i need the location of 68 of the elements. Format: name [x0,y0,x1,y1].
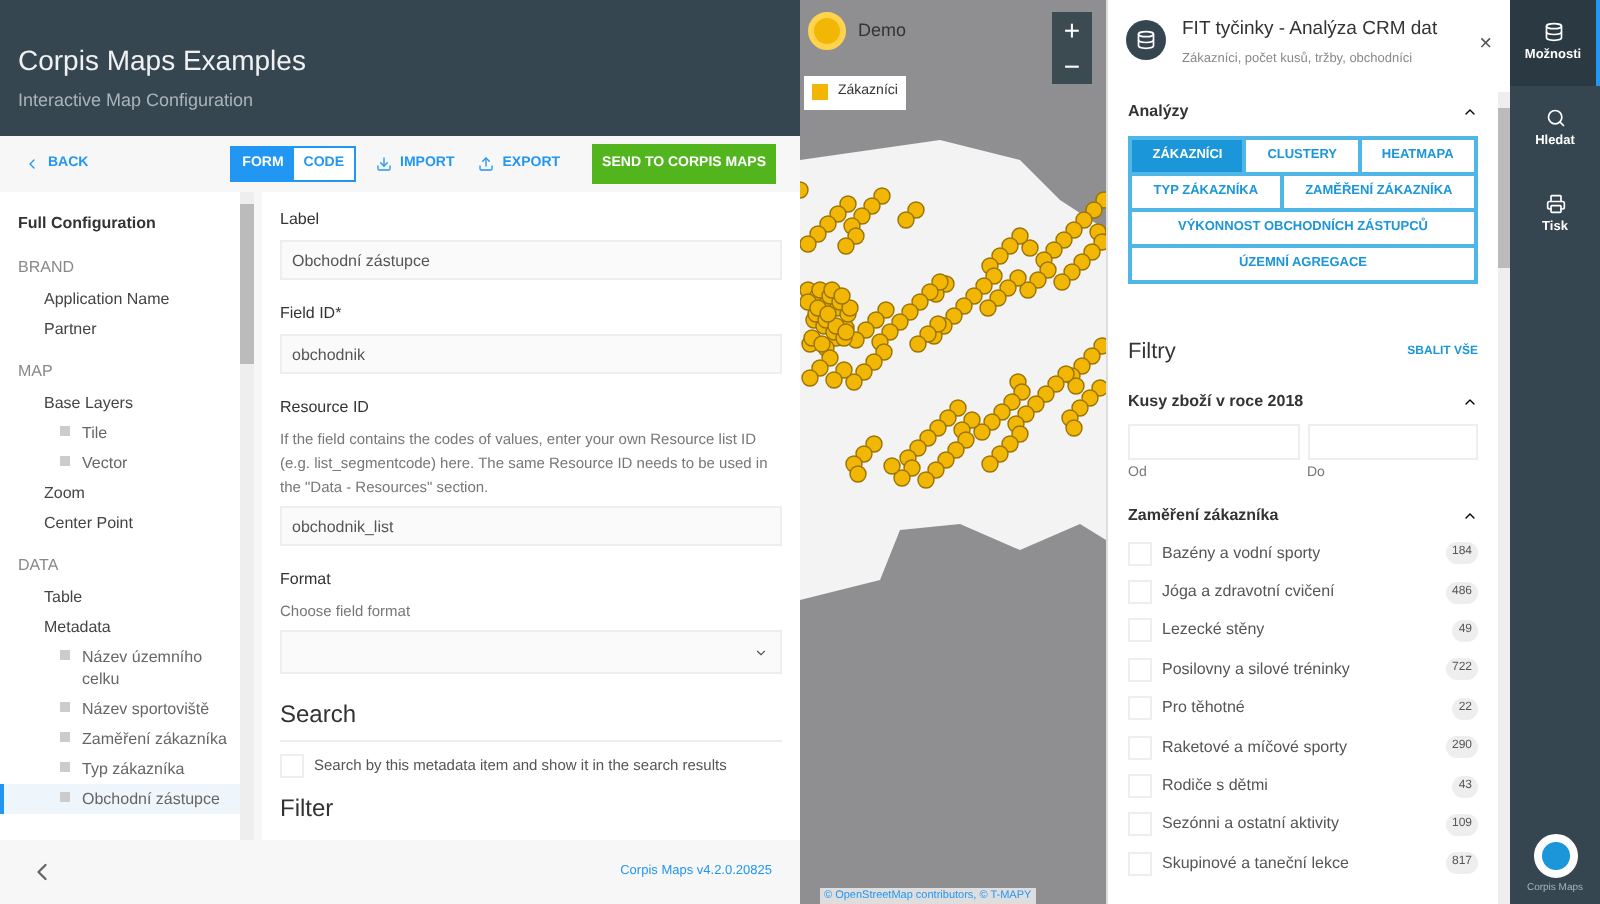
sidebar-item[interactable]: Zaměření zákazníka [0,724,240,754]
printer-icon [1545,193,1565,214]
text-field[interactable]: obchodnik_list [280,506,782,546]
section-heading: MAP [16,360,55,384]
square-icon [60,650,70,660]
square-icon [60,732,70,742]
app-subtitle: Interactive Map Configuration [18,88,256,114]
sidebar-item[interactable]: Název sportoviště [0,694,240,724]
sidebar-item[interactable]: Base Layers [0,388,240,418]
square-icon [60,792,70,802]
zoom-out-button[interactable]: − [1063,48,1081,84]
field-label: Format [280,568,333,592]
text-field[interactable]: obchodnik [280,334,782,374]
map-title: Demo [858,17,907,44]
filter-option: Sezónni a ostatní aktivity [1162,812,1436,837]
app-title: Corpis Maps Examples [18,42,308,80]
logo-icon [1533,833,1577,877]
close-button[interactable]: × [1479,28,1492,61]
square-icon [60,426,70,436]
section-heading: Search [280,696,782,742]
filter-heading: Zaměření zákazníka [1128,504,1279,528]
upload-icon [478,156,495,172]
filter-option: Pro těhotné [1162,696,1443,721]
sidebar-item[interactable]: Vector [0,448,240,478]
section-heading: Filter [280,792,336,826]
section-heading: DATA [16,554,61,578]
sidebar-title: Full Configuration [16,212,158,236]
sidebar-item[interactable]: Metadata [0,612,240,642]
filter-option: Skupinové a taneční lekce [1162,851,1436,876]
filter-option: Posilovny a silové tréninky [1162,657,1436,682]
field-label: Field ID* [280,302,344,326]
square-icon [60,762,70,772]
legend-swatch [812,84,828,101]
text-field[interactable]: Obchodní zástupce [280,240,782,280]
filter-option: Raketové a míčové sporty [1162,735,1436,760]
filter-option: Bazény a vodní sporty [1162,541,1436,566]
database-icon [1126,20,1166,60]
caret-icon [754,645,768,659]
chevron-up-icon[interactable] [1462,508,1478,524]
filter-heading: Kusy zboží v roce 2018 [1128,389,1304,413]
select-field[interactable] [280,630,782,674]
sun-icon [808,12,846,50]
download-icon [376,156,393,172]
chevron-left-icon [24,156,40,172]
section-heading: BRAND [16,256,77,280]
sidebar-item[interactable]: Tile [0,418,240,448]
filter-option: Jóga a zdravotní cvičení [1162,580,1436,605]
sidebar-item[interactable]: Obchodní zástupce [0,784,240,814]
filter-option: Rodiče s dětmi [1162,774,1443,799]
field-label: Label [280,208,322,232]
square-icon [60,702,70,712]
panel-title: FIT tyčinky - Analýza CRM dat [1182,16,1440,44]
zoom-in-button[interactable]: + [1063,12,1081,48]
sidebar-item[interactable]: Application Name [0,284,240,314]
square-icon [60,456,70,466]
sidebar-item[interactable]: Table [0,582,240,612]
sidebar-item[interactable]: Center Point [0,508,240,538]
section-heading: Analýzy [1128,100,1189,124]
filters-heading: Filtry [1128,338,1176,368]
search-icon [1545,107,1565,128]
chevron-up-icon[interactable] [1462,104,1478,120]
filter-option: Lezecké stěny [1162,618,1443,643]
field-label: Resource ID [280,396,371,420]
sidebar-item[interactable]: Partner [0,314,240,344]
database-icon [1543,21,1563,42]
sidebar-item[interactable]: Název územního celku [0,642,240,694]
sidebar-item[interactable]: Zoom [0,478,240,508]
sidebar-item[interactable]: Typ zákazníka [0,754,240,784]
